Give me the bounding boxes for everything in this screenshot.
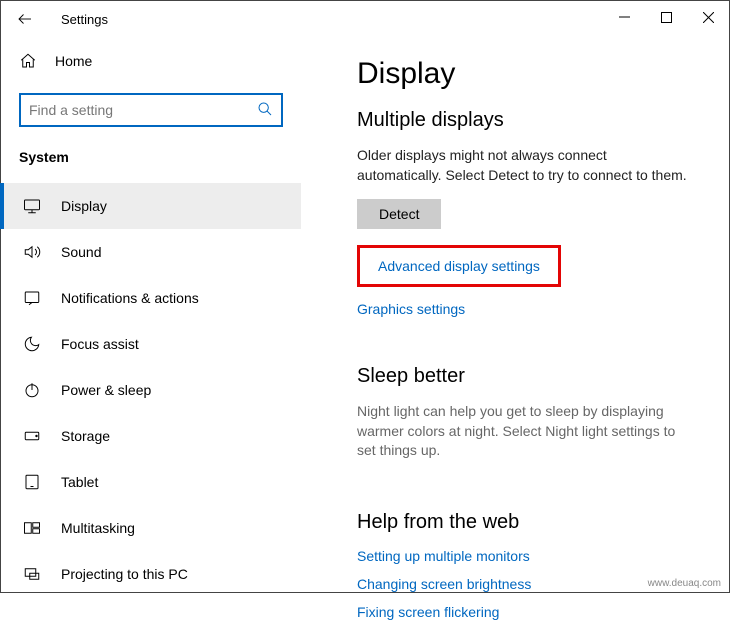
search-box[interactable]	[19, 93, 283, 127]
tablet-icon	[23, 473, 47, 491]
sidebar-item-label: Display	[61, 198, 107, 214]
sidebar-item-label: Focus assist	[61, 336, 139, 352]
sidebar-item-multitasking[interactable]: Multitasking	[1, 505, 301, 551]
power-icon	[23, 381, 47, 399]
sidebar-item-label: Multitasking	[61, 520, 135, 536]
back-button[interactable]	[13, 7, 37, 31]
help-heading: Help from the web	[357, 511, 719, 534]
sidebar-item-home[interactable]: Home	[19, 43, 283, 79]
sidebar-item-storage[interactable]: Storage	[1, 413, 301, 459]
maximize-button[interactable]	[645, 1, 687, 33]
main-pane: Display Multiple displays Older displays…	[301, 37, 729, 592]
sidebar-item-label: Notifications & actions	[61, 290, 199, 306]
help-link-flickering[interactable]: Fixing screen flickering	[357, 604, 719, 620]
sleep-heading: Sleep better	[357, 365, 719, 388]
home-label: Home	[55, 53, 92, 69]
project-icon	[23, 565, 47, 583]
watermark: www.deuaq.com	[646, 578, 723, 589]
sidebar-item-notifications-actions[interactable]: Notifications & actions	[1, 275, 301, 321]
sidebar: Home System Display Sound Notifications & …	[1, 37, 301, 592]
titlebar: Settings	[1, 1, 729, 37]
graphics-settings-link[interactable]: Graphics settings	[357, 301, 719, 317]
sidebar-item-label: Projecting to this PC	[61, 566, 188, 582]
sidebar-item-label: Storage	[61, 428, 110, 444]
focus-icon	[23, 335, 47, 353]
sidebar-item-sound[interactable]: Sound	[1, 229, 301, 275]
window-title: Settings	[61, 12, 108, 27]
sound-icon	[23, 243, 47, 261]
multitask-icon	[23, 519, 47, 537]
sidebar-item-tablet[interactable]: Tablet	[1, 459, 301, 505]
sidebar-group-label: System	[19, 149, 283, 165]
help-link-monitors[interactable]: Setting up multiple monitors	[357, 548, 719, 564]
display-icon	[23, 197, 47, 215]
close-button[interactable]	[687, 1, 729, 33]
page-title: Display	[357, 57, 719, 91]
sidebar-item-label: Sound	[61, 244, 101, 260]
notification-icon	[23, 289, 47, 307]
sidebar-item-focus-assist[interactable]: Focus assist	[1, 321, 301, 367]
sleep-description: Night light can help you get to sleep by…	[357, 402, 687, 461]
sidebar-item-display[interactable]: Display	[1, 183, 301, 229]
sidebar-item-power-sleep[interactable]: Power & sleep	[1, 367, 301, 413]
detect-button[interactable]: Detect	[357, 199, 441, 229]
sidebar-item-label: Power & sleep	[61, 382, 151, 398]
window-controls	[603, 1, 729, 33]
search-input[interactable]	[29, 102, 257, 118]
search-icon	[257, 101, 273, 120]
minimize-button[interactable]	[603, 1, 645, 33]
storage-icon	[23, 427, 47, 445]
multiple-displays-description: Older displays might not always connect …	[357, 146, 687, 185]
sidebar-item-label: Tablet	[61, 474, 98, 490]
advanced-display-link[interactable]: Advanced display settings	[357, 245, 561, 287]
multiple-displays-heading: Multiple displays	[357, 109, 719, 132]
sidebar-item-projecting-to-this-pc[interactable]: Projecting to this PC	[1, 551, 301, 597]
home-icon	[19, 52, 43, 70]
